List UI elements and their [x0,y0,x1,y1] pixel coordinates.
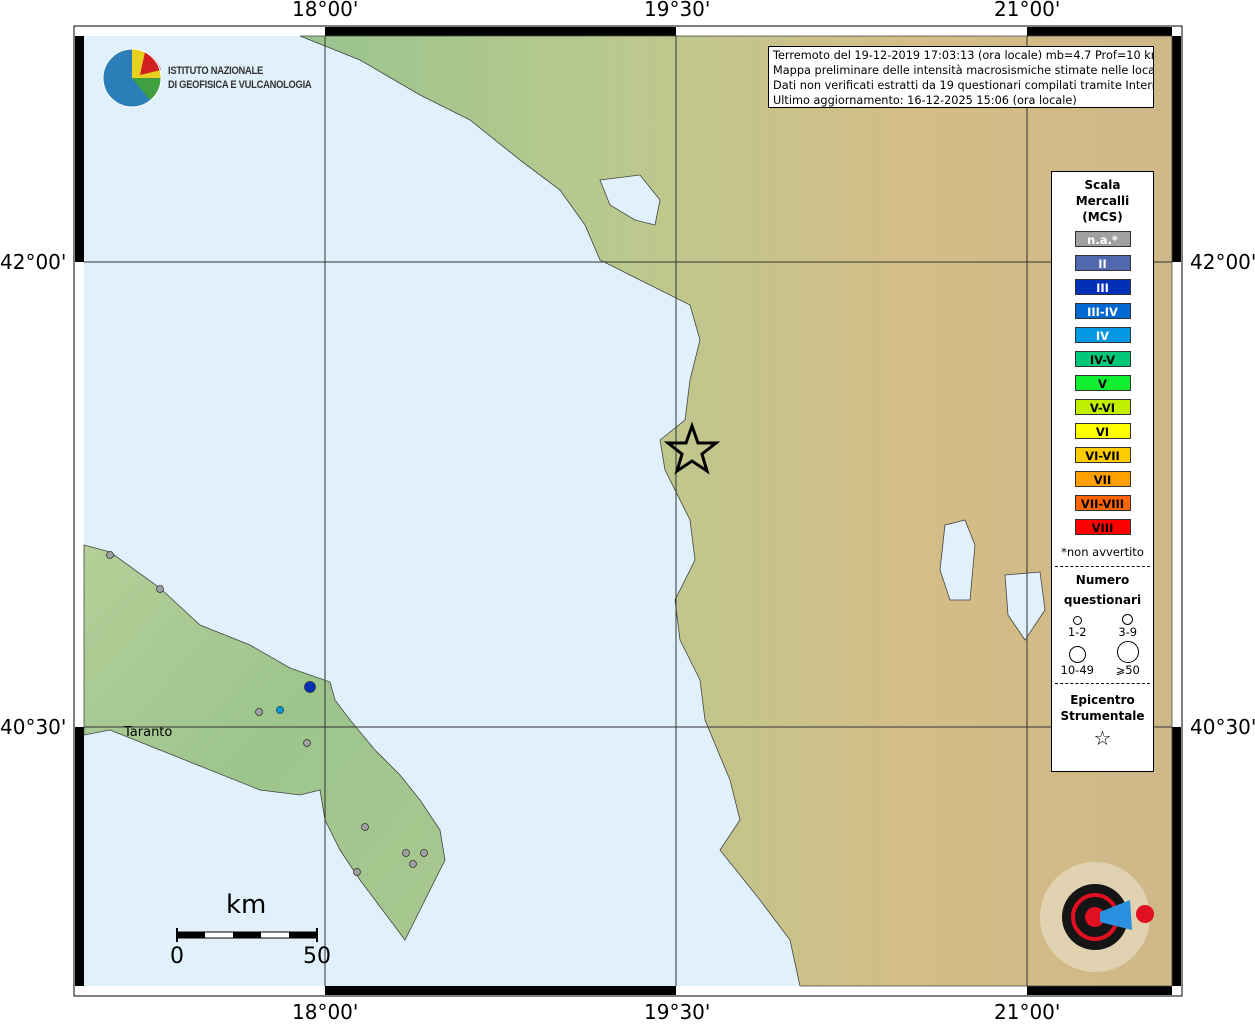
count-label: 3-9 [1118,625,1138,639]
ingv-name-line2: DI GEOFISICA E VULCANOLOGIA [168,79,312,91]
count-title-line: questionari [1063,593,1142,607]
legend-note: *non avvertito [1061,545,1144,559]
circle-size-icon [1122,614,1134,625]
legend-title-line: Scala [1084,178,1121,192]
legend-swatch: III-IV [1074,303,1131,319]
observation-point[interactable] [361,823,369,831]
observation-point[interactable] [156,585,164,593]
legend-swatch: III [1074,279,1131,295]
lon-label-bottom: 21°00' [994,1000,1061,1024]
lon-label-top: 21°00' [994,0,1061,21]
scale-min: 0 [170,944,184,969]
scale-unit: km [226,890,267,920]
legend-divider [1055,566,1150,567]
legend-swatch: VIII [1074,519,1131,535]
lat-label-right: 42°00' [1190,250,1255,274]
event-info-line: Ultimo aggiornamento: 16-12-2025 15:06 (… [773,94,1077,107]
legend-swatch: VII [1074,471,1131,487]
epicenter-title-line: Epicentro [1070,693,1135,707]
ingv-name: ISTITUTO NAZIONALE DI GEOFISICA E VULCAN… [168,64,312,92]
observation-point[interactable] [402,849,410,857]
epicenter-title-line: Strumentale [1060,709,1145,723]
ingv-logo [102,48,162,108]
legend-swatch: VI-VII [1074,447,1131,463]
legend-title: Scala Mercalli (MCS) [1052,177,1153,225]
place-label-taranto: Taranto [124,725,173,740]
circle-size-icon [1068,646,1086,663]
scale-max: 50 [303,944,331,969]
legend-divider [1055,683,1150,684]
legend: Scala Mercalli (MCS) n.a.* II III III-IV IV I… [1051,171,1154,772]
legend-swatch: IV-V [1074,351,1131,367]
count-title-line: Numero [1075,573,1130,587]
event-info-box: Terremoto del 19-12-2019 17:03:13 (ora l… [768,46,1154,108]
lat-label-left: 40°30' [0,715,67,739]
legend-swatch: VII-VIII [1074,495,1131,511]
lat-label-left: 42°00' [0,250,67,274]
count-label: 1-2 [1067,625,1087,639]
observation-point[interactable] [106,551,114,559]
legend-swatch: V-VI [1074,399,1131,415]
observation-point[interactable] [420,849,428,857]
observation-point[interactable] [276,706,284,714]
legend-title-line: Mercalli [1075,194,1130,208]
observation-point[interactable] [255,708,263,716]
observation-point[interactable] [409,860,417,868]
legend-swatch: IV [1074,327,1131,343]
circle-size-icon [1072,616,1082,625]
lon-label-top: 18°00' [292,0,359,21]
observation-point[interactable] [304,681,316,693]
observation-point[interactable] [303,739,311,747]
count-size-legend: 1-2 3-9 10-49 ⩾50 [1052,614,1153,677]
circle-size-icon [1116,641,1139,663]
legend-swatch: n.a.* [1074,231,1131,247]
lon-label-bottom: 18°00' [292,1000,359,1024]
event-info-line: Mappa preliminare delle intensità macros… [773,64,1154,77]
observation-point[interactable] [353,868,361,876]
count-label: 10-49 [1060,663,1094,677]
lat-label-right: 40°30' [1190,715,1255,739]
lon-label-top: 19°30' [644,0,711,21]
legend-swatch: VI [1074,423,1131,439]
event-info-line: Terremoto del 19-12-2019 17:03:13 (ora l… [773,49,1154,62]
legend-swatch: II [1074,255,1131,271]
star-icon: ☆ [1093,726,1112,750]
event-info-line: Dati non verificati estratti da 19 quest… [773,79,1154,92]
count-label: ⩾50 [1115,663,1140,677]
lon-label-bottom: 19°30' [644,1000,711,1024]
legend-title-line: (MCS) [1082,210,1123,224]
legend-swatch: V [1074,375,1131,391]
ingv-name-line1: ISTITUTO NAZIONALE [168,65,263,77]
